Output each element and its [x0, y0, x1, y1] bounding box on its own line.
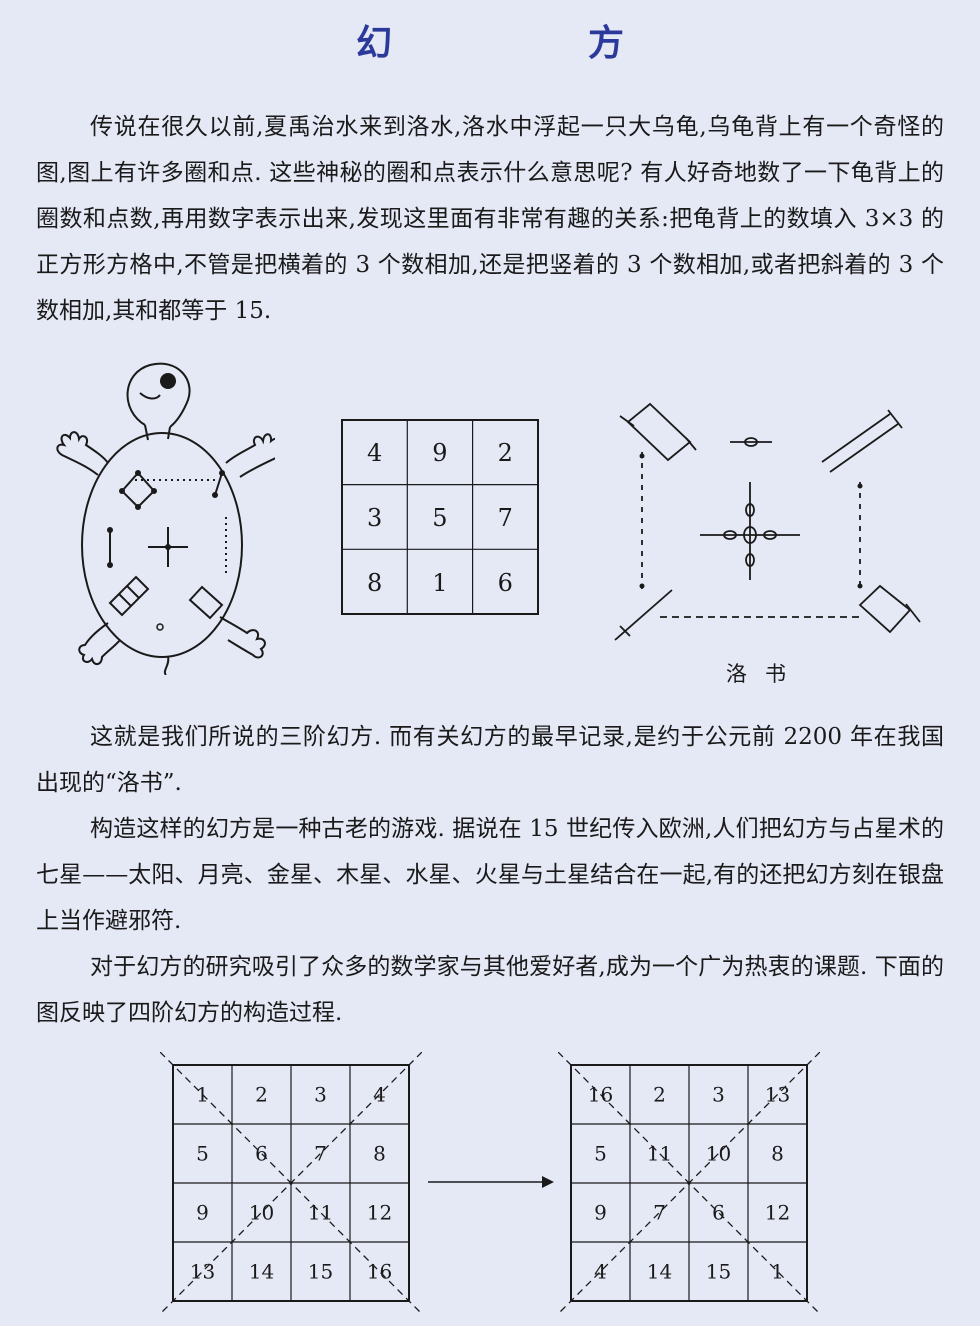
grid-cell: 12 [765, 1201, 790, 1225]
cell: 1 [432, 569, 447, 597]
paragraph-research: 对于幻方的研究吸引了众多的数学家与其他爱好者,成为一个广为热衷的课题. 下面的图… [36, 954, 944, 1026]
paragraph-luoshu: 这就是我们所说的三阶幻方. 而有关幻方的最早记录,是约于公元前 2200 年在我… [36, 724, 944, 796]
cell: 2 [498, 439, 513, 467]
cell: 9 [432, 439, 447, 467]
grid-cell: 5 [196, 1142, 209, 1166]
grid-cell: 15 [308, 1260, 333, 1284]
arrow-icon [428, 1176, 554, 1188]
cell: 3 [367, 504, 382, 532]
magic-square-4x4-before: 1 2 3 45 6 7 89 10 11 1213 14 15 16 [160, 1052, 422, 1314]
grid-cell: 2 [653, 1083, 666, 1107]
luoshu-caption: 洛书 [726, 662, 804, 686]
magic-square-4x4-after: 16 2 3 13 5 11 10 8 9 7 6 12 4 14 15 1 [558, 1052, 820, 1314]
intro-paragraph: 传说在很久以前,夏禹治水来到洛水,洛水中浮起一只大乌龟,乌龟背上有一个奇怪的图,… [36, 114, 944, 324]
grid-cell: 13 [765, 1083, 790, 1107]
grid-cell: 1 [196, 1083, 209, 1107]
grid-cell: 8 [771, 1142, 784, 1166]
grid-cell: 8 [373, 1142, 386, 1166]
grid-cell: 15 [706, 1260, 731, 1284]
grid-cell: 2 [255, 1083, 268, 1107]
cell: 5 [432, 504, 447, 532]
grid-cell: 5 [594, 1142, 607, 1166]
grid-cell: 7 [653, 1201, 666, 1225]
grid-cell: 3 [712, 1083, 725, 1107]
grid-cell: 4 [594, 1260, 607, 1284]
grid-cell: 13 [190, 1260, 215, 1284]
grid-cell: 1 [771, 1260, 784, 1284]
grid-cell: 10 [706, 1142, 731, 1166]
grid-cell: 14 [647, 1260, 672, 1284]
grid-cell: 9 [594, 1201, 607, 1225]
grid-cell: 6 [255, 1142, 268, 1166]
grid-cell: 16 [367, 1260, 392, 1284]
magic-square-3x3: 4 9 2 3 5 7 8 1 6 [341, 419, 539, 615]
grid-cell: 6 [712, 1201, 725, 1225]
page-title: 幻 方 [355, 23, 704, 64]
grid-cell: 12 [367, 1201, 392, 1225]
turtle-figure [56, 362, 275, 675]
grid-cell: 11 [647, 1142, 672, 1166]
grid-cell: 10 [249, 1201, 274, 1225]
cell: 7 [498, 504, 513, 532]
paragraph-history: 构造这样的幻方是一种古老的游戏. 据说在 15 世纪传入欧洲,人们把幻方与占星术… [36, 816, 944, 934]
cell: 4 [367, 439, 382, 467]
grid-cell: 7 [314, 1142, 327, 1166]
luoshu-diagram [614, 402, 921, 641]
grid-cell: 3 [314, 1083, 327, 1107]
grid-cell: 16 [588, 1083, 613, 1107]
grid-cell: 14 [249, 1260, 274, 1284]
cell: 6 [498, 569, 513, 597]
grid-cell: 11 [308, 1201, 333, 1225]
grid-cell: 4 [373, 1083, 386, 1107]
cell: 8 [367, 569, 382, 597]
grid-cell: 9 [196, 1201, 209, 1225]
